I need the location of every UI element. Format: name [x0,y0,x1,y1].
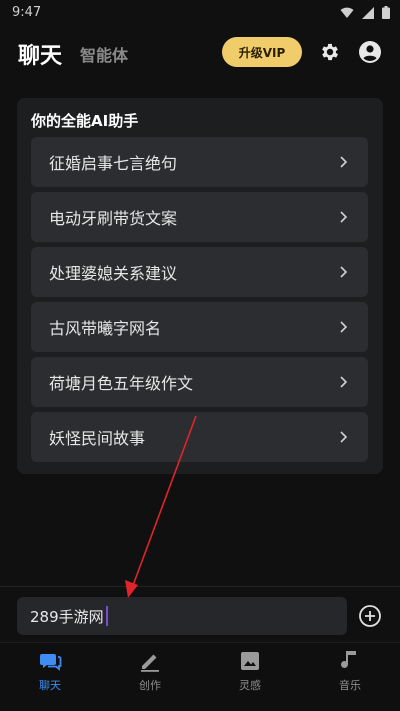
upgrade-vip-button[interactable]: 升级VIP [222,37,302,67]
prompt-label: 征婚启事七言绝句 [49,154,178,173]
input-divider [0,586,400,587]
prompt-label: 电动牙刷带货文案 [49,209,178,228]
status-time: 9:47 [12,5,42,20]
prompt-item[interactable]: 电动牙刷带货文案 [31,192,368,242]
assistant-card: 你的全能AI助手 征婚启事七言绝句 电动牙刷带货文案 处理婆媳关系建议 古风带曦… [17,98,383,474]
bottom-nav: 聊天 创作 灵感 音乐 [0,642,400,711]
gear-icon[interactable] [319,41,341,63]
chevron-right-icon [340,431,348,443]
chevron-right-icon [340,266,348,278]
nav-label: 灵感 [239,679,261,692]
chevron-right-icon [340,156,348,168]
message-input-text: 289手游网 [30,607,104,626]
prompt-item[interactable]: 征婚启事七言绝句 [31,137,368,187]
prompt-label: 妖怪民间故事 [49,429,146,448]
nav-item-music[interactable]: 音乐 [320,649,380,697]
prompt-item[interactable]: 处理婆媳关系建议 [31,247,368,297]
signal-icon [362,6,374,19]
tab-chat[interactable]: 聊天 [18,38,62,70]
nav-label: 音乐 [339,679,361,692]
prompt-label: 古风带曦字网名 [49,319,162,338]
music-note-icon [341,651,356,668]
tab-agent[interactable]: 智能体 [80,42,128,66]
message-input[interactable]: 289手游网 [17,597,347,635]
nav-label: 创作 [139,679,161,692]
wifi-icon [340,7,354,18]
text-caret [105,606,108,626]
nav-item-create[interactable]: 创作 [120,649,180,697]
chat-icon [40,654,62,671]
image-icon [241,652,259,670]
prompt-label: 处理婆媳关系建议 [49,264,178,283]
nav-label: 聊天 [39,679,61,692]
add-circle-icon[interactable] [358,604,382,628]
account-icon[interactable] [358,40,382,64]
app-header: 聊天 智能体 升级VIP [0,26,400,82]
prompt-list: 征婚启事七言绝句 电动牙刷带货文案 处理婆媳关系建议 古风带曦字网名 荷塘月色五… [31,137,368,467]
prompt-item[interactable]: 古风带曦字网名 [31,302,368,352]
prompt-item[interactable]: 妖怪民间故事 [31,412,368,462]
chevron-right-icon [340,211,348,223]
pencil-icon [141,654,159,672]
battery-icon [382,6,390,19]
card-title: 你的全能AI助手 [31,112,139,130]
nav-item-chat[interactable]: 聊天 [20,649,80,697]
chevron-right-icon [340,376,348,388]
prompt-label: 荷塘月色五年级作文 [49,374,194,393]
nav-item-inspiration[interactable]: 灵感 [220,649,280,697]
status-icons [340,6,390,19]
prompt-item[interactable]: 荷塘月色五年级作文 [31,357,368,407]
chevron-right-icon [340,321,348,333]
status-bar: 9:47 [0,0,400,26]
